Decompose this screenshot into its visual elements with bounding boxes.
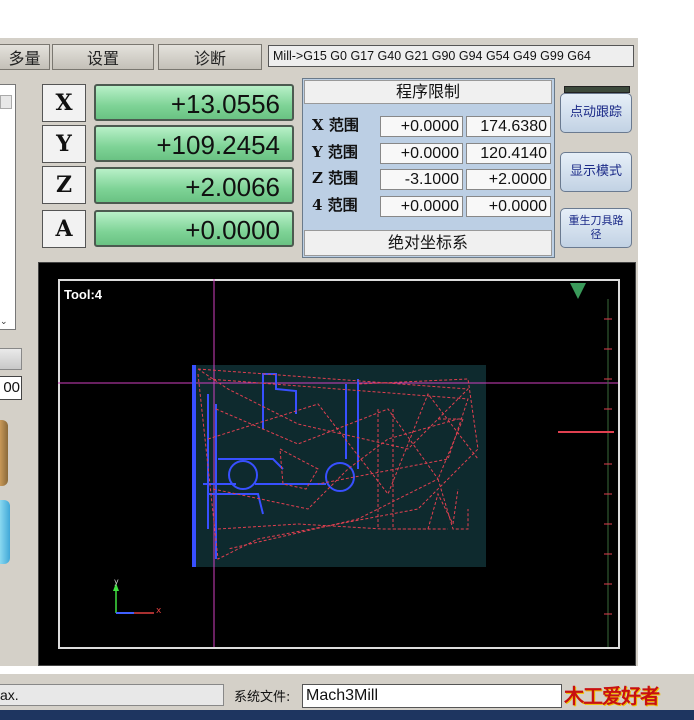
regen-toolpath-label: 重生刀具路径 (568, 214, 624, 241)
limit-z-max: +2.0000 (466, 169, 551, 190)
jog-follow-button[interactable]: 点动跟踪 (560, 93, 632, 133)
left-partial-orange-button[interactable] (0, 420, 8, 486)
taskbar-strip (0, 710, 694, 720)
tool-cone-icon (570, 283, 586, 299)
dro-x[interactable]: +13.0556 (94, 84, 294, 121)
program-limits-title: 程序限制 (304, 80, 552, 104)
profile-field: Mach3Mill (302, 684, 562, 708)
axis-z-label: Z (42, 166, 86, 204)
stock-boundary (193, 365, 486, 567)
list-scroll-thumb[interactable] (0, 95, 12, 109)
jog-follow-label: 点动跟踪 (569, 105, 622, 120)
limit-z-min: -3.1000 (380, 169, 463, 190)
tab-settings[interactable]: 设置 (52, 44, 154, 70)
right-ruler (558, 299, 614, 647)
tab-diagnostics[interactable]: 诊断 (158, 44, 262, 70)
triad-y-label: y (114, 577, 119, 586)
limit-x-label: X 范围 (312, 116, 359, 134)
tab-settings-label: 设置 (86, 49, 119, 68)
axis-triad-icon (113, 583, 154, 614)
gcode-state-field: Mill->G15 G0 G17 G40 G21 G90 G94 G54 G49… (268, 45, 634, 67)
profile-label: 系统文件: (234, 690, 291, 705)
limit-y-max: 120.4140 (466, 143, 551, 164)
toolpath-canvas (58, 279, 618, 647)
dro-z[interactable]: +2.0066 (94, 167, 294, 204)
axis-y-label: Y (42, 125, 86, 163)
display-mode-label: 显示模式 (569, 164, 622, 179)
dro-a[interactable]: +0.0000 (94, 210, 294, 247)
tab-offsets-label: 多量 (8, 49, 41, 68)
limit-y-min: +0.0000 (380, 143, 463, 164)
status-message: ax. (0, 684, 224, 706)
limit-4-min: +0.0000 (380, 196, 463, 217)
left-partial-field[interactable]: 00 (0, 376, 22, 400)
display-mode-button[interactable]: 显示模式 (560, 152, 632, 192)
tab-diagnostics-label: 诊断 (193, 49, 226, 68)
chevron-down-icon[interactable]: ⌄ (0, 317, 12, 327)
left-list-panel[interactable]: ⌄ (0, 84, 16, 330)
absolute-coords-label: 绝对坐标系 (304, 230, 552, 256)
watermark-logo: 木工爱好者 (564, 684, 660, 708)
left-partial-button[interactable] (0, 348, 22, 370)
limit-4-max: +0.0000 (466, 196, 551, 217)
limit-4-label: 4 范围 (312, 196, 358, 214)
limit-z-label: Z 范围 (312, 169, 359, 187)
tab-offsets[interactable]: 多量 (0, 44, 50, 70)
axis-a-label: A (42, 210, 86, 248)
left-partial-blue-button[interactable] (0, 500, 10, 564)
limit-x-max: 174.6380 (466, 116, 551, 137)
limit-x-min: +0.0000 (380, 116, 463, 137)
dro-y[interactable]: +109.2454 (94, 125, 294, 162)
triad-x-label: x (156, 606, 162, 616)
regen-toolpath-button[interactable]: 重生刀具路径 (560, 208, 632, 248)
limit-y-label: Y 范围 (312, 143, 358, 161)
axis-x-label: X (42, 84, 86, 122)
side-led (564, 86, 630, 93)
